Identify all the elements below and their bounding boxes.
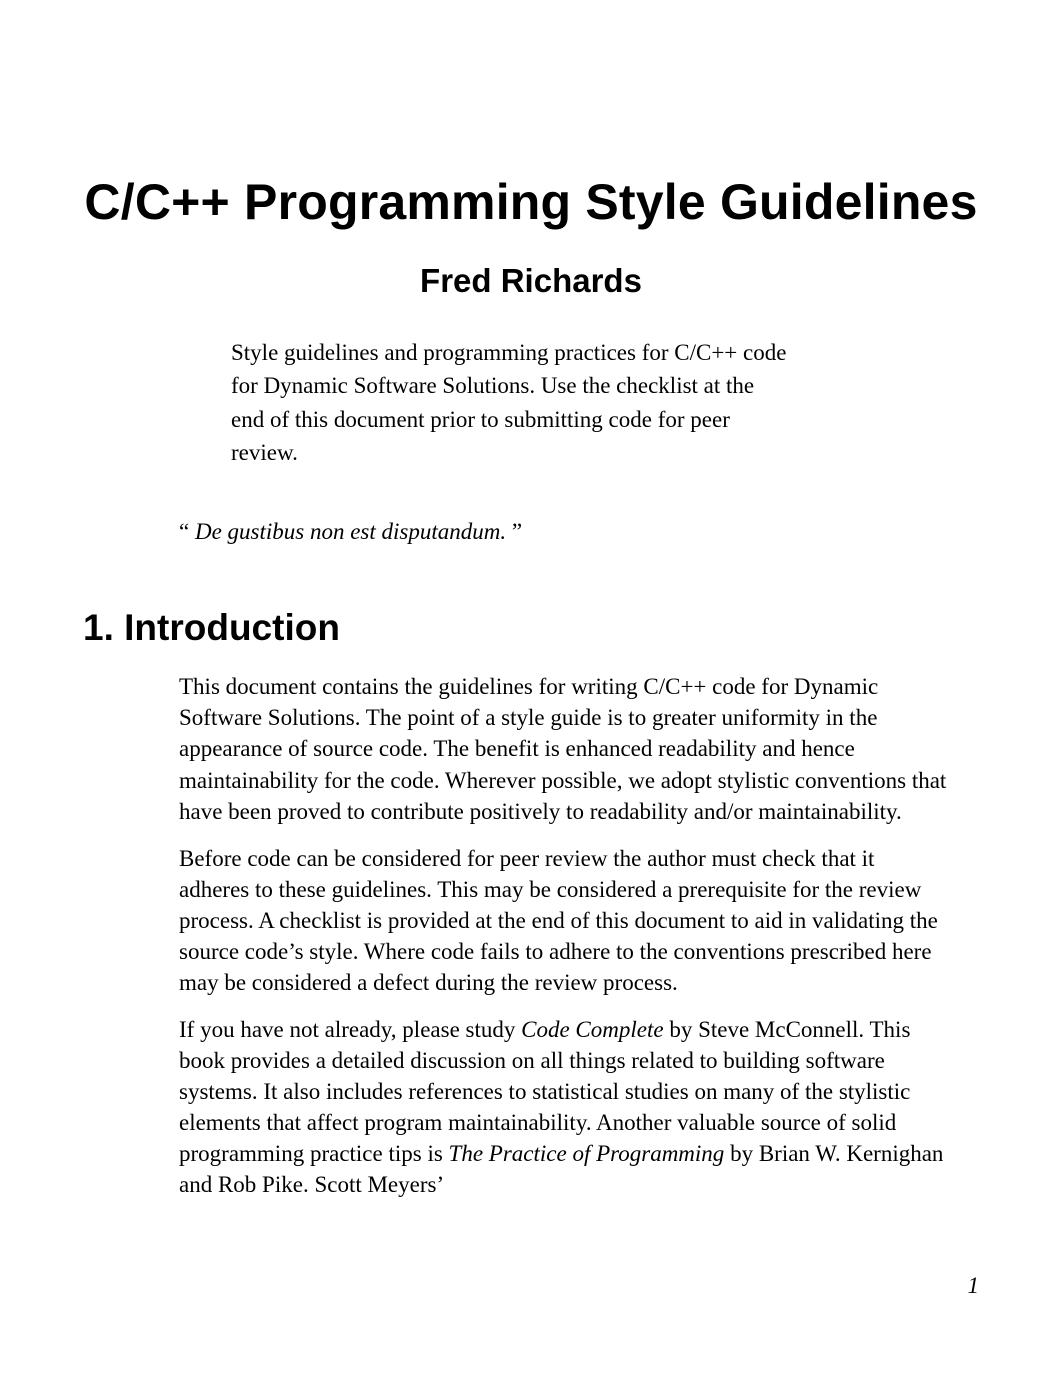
epigraph-quote: “ De gustibus non est disputandum. ” bbox=[179, 519, 979, 545]
page-number: 1 bbox=[968, 1273, 980, 1299]
document-author: Fred Richards bbox=[83, 262, 979, 300]
paragraph-3: If you have not already, please study Co… bbox=[179, 1014, 949, 1200]
p3-part-a: If you have not already, please study bbox=[179, 1017, 521, 1042]
paragraph-1: This document contains the guidelines fo… bbox=[179, 671, 949, 826]
paragraph-2: Before code can be considered for peer r… bbox=[179, 843, 949, 998]
section-1-heading: 1. Introduction bbox=[83, 607, 979, 649]
page: C/C++ Programming Style Guidelines Fred … bbox=[0, 0, 1062, 1377]
quote-close: ” bbox=[512, 519, 522, 544]
p3-italic-2: The Practice of Programming bbox=[449, 1141, 725, 1166]
document-title: C/C++ Programming Style Guidelines bbox=[83, 170, 979, 234]
abstract: Style guidelines and programming practic… bbox=[231, 336, 791, 469]
quote-open: “ bbox=[179, 519, 189, 544]
quote-text: De gustibus non est disputandum. bbox=[189, 519, 512, 544]
body-text: This document contains the guidelines fo… bbox=[179, 671, 949, 1200]
p3-italic-1: Code Complete bbox=[521, 1017, 663, 1042]
